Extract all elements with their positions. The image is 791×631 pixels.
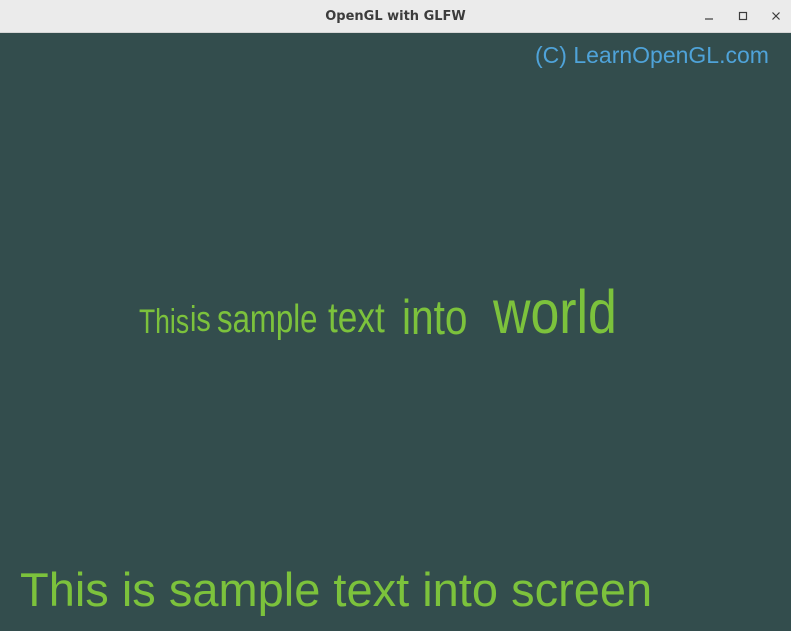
world-text: This is sample text into world [139, 278, 617, 346]
world-word: sample [217, 298, 318, 341]
world-word: world [492, 278, 617, 346]
world-word: into [402, 289, 468, 344]
world-word: is [190, 298, 211, 339]
maximize-button[interactable] [732, 5, 754, 27]
app-window: OpenGL with GLFW (C) LearnOpenGL.com Thi… [0, 0, 791, 631]
window-title: OpenGL with GLFW [325, 9, 466, 24]
close-icon [772, 12, 780, 20]
gl-viewport[interactable]: (C) LearnOpenGL.com This is sample text … [0, 33, 791, 631]
world-word: This [139, 303, 189, 341]
maximize-icon [738, 11, 748, 21]
minimize-icon [705, 18, 713, 20]
close-button[interactable] [765, 5, 787, 27]
minimize-button[interactable] [698, 5, 720, 27]
screen-text: This is sample text into screen [20, 563, 653, 616]
title-bar[interactable]: OpenGL with GLFW [0, 0, 791, 33]
world-word: text [328, 294, 385, 342]
